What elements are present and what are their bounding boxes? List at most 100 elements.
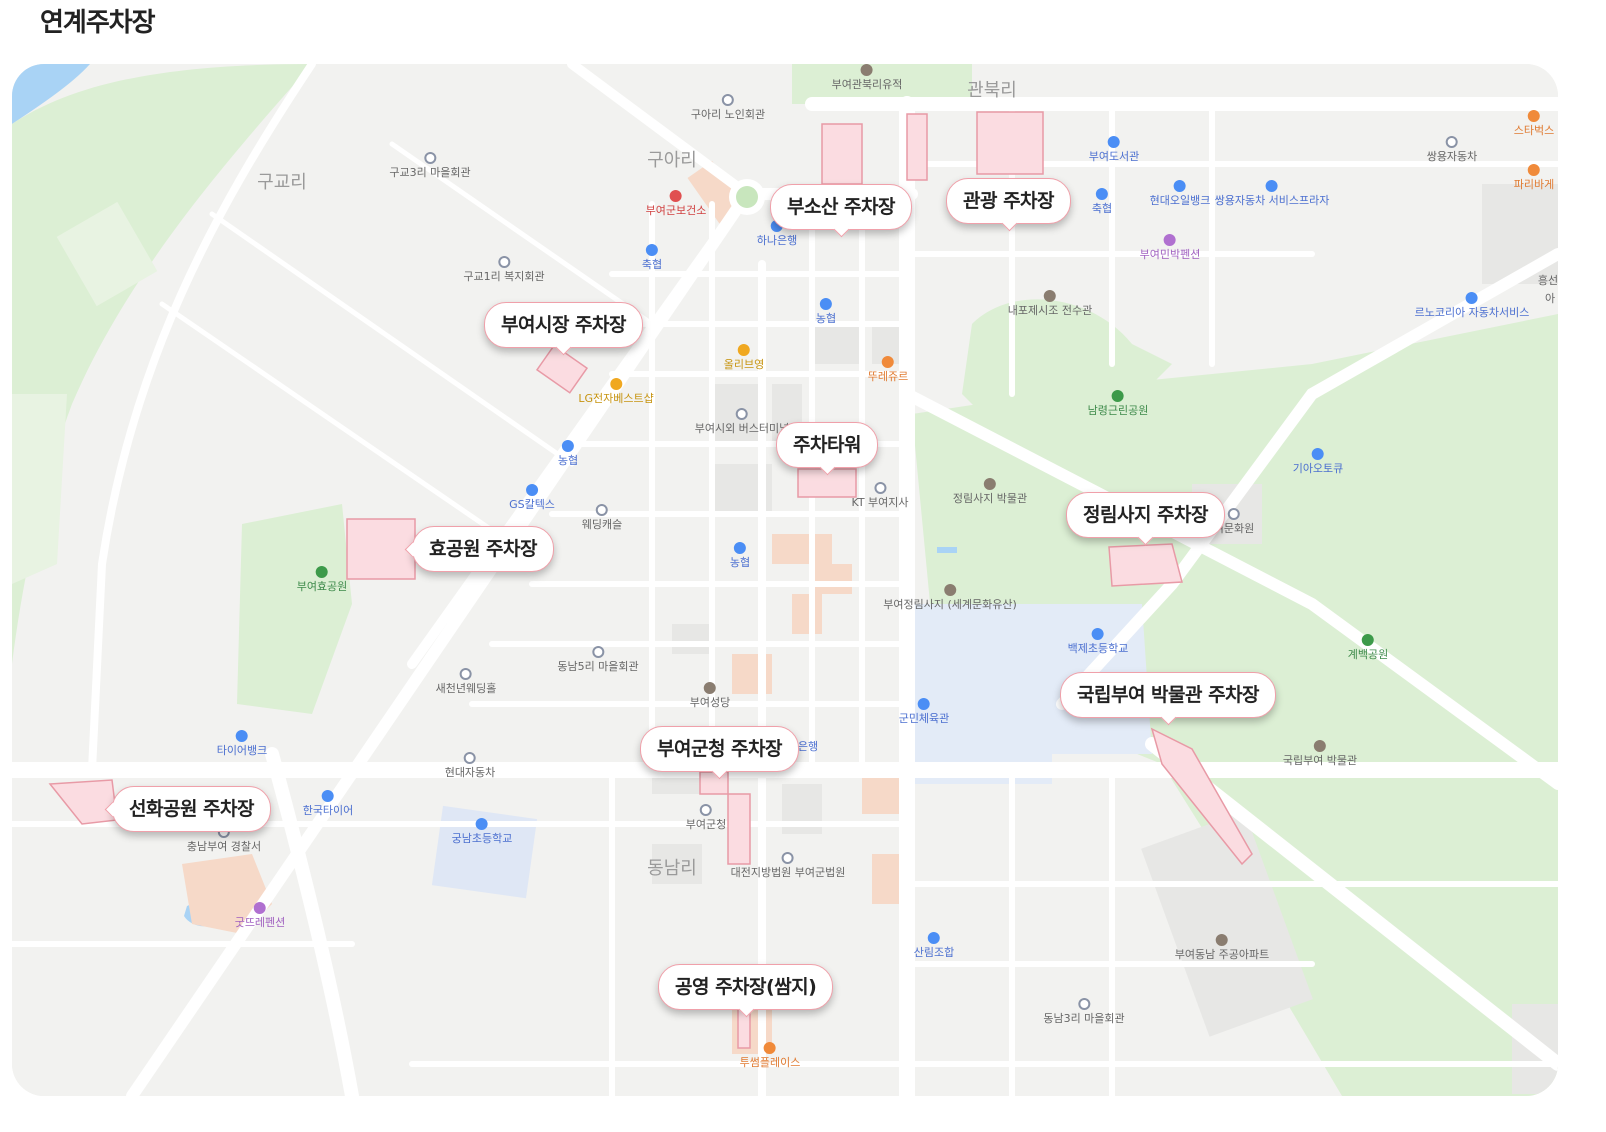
- poi-health-center[interactable]: 부여군보건소: [646, 190, 706, 217]
- community-center-icon: [722, 94, 734, 106]
- lodging-icon: [253, 902, 266, 914]
- gas-station-icon: [526, 484, 538, 496]
- poi-hyo-park[interactable]: 부여효공원: [297, 566, 347, 593]
- poi-jeongnimsaji-heritage[interactable]: 부여정림사지 (세계문화유산): [883, 584, 1017, 611]
- community-center-icon: [592, 646, 604, 658]
- poi-gs-caltex[interactable]: GS칼텍스: [509, 484, 555, 511]
- shop-icon: [610, 378, 622, 390]
- wedding-icon: [595, 504, 608, 516]
- map-viewport[interactable]: 구교리 구아리 관북리 동남리 부여관북리유적 구아리 노인회관 구교3리 마을…: [12, 64, 1558, 1096]
- parking-lot-busosan: [821, 123, 863, 185]
- lodging-icon: [1163, 234, 1176, 246]
- bus-terminal-icon: [735, 408, 748, 420]
- poi-gugyo3ri-hall[interactable]: 구교3리 마을회관: [389, 152, 471, 179]
- poi-guari-senior-center[interactable]: 구아리 노인회관: [691, 94, 765, 121]
- bank-icon: [646, 244, 658, 256]
- poi-heungseon[interactable]: 흥선: [1538, 274, 1558, 287]
- page-title: 연계주차장: [40, 8, 156, 38]
- callout-parking-tower[interactable]: 주차타워: [776, 422, 878, 468]
- gym-icon: [917, 698, 930, 710]
- poi-lg-bestshop[interactable]: LG전자베스트샵: [578, 378, 654, 405]
- poi-renault-service[interactable]: 르노코리아 자동차서비스: [1415, 292, 1529, 319]
- cafe-icon: [763, 1042, 776, 1054]
- hospital-icon: [669, 190, 682, 202]
- callout-gwangwang-parking[interactable]: 관광 주차장: [946, 178, 1072, 224]
- poi-hyundai-motors[interactable]: 현대자동차: [445, 752, 495, 779]
- callout-seonhwa-parking[interactable]: 선화공원 주차장: [112, 786, 271, 832]
- museum-icon: [984, 478, 996, 490]
- parking-lot-jeongnimsaji: [1108, 543, 1183, 587]
- poi-kt-branch[interactable]: KT 부여지사: [851, 482, 909, 509]
- callout-hyogongwon-parking[interactable]: 효공원 주차장: [412, 526, 554, 572]
- poi-minbak-pension[interactable]: 부여민박펜션: [1140, 234, 1200, 261]
- poi-namryeong-park[interactable]: 남령근린공원: [1088, 390, 1148, 417]
- poi-touslesjours[interactable]: 뚜레쥬르: [868, 356, 908, 383]
- culture-icon: [1044, 290, 1056, 302]
- community-center-icon: [498, 256, 510, 268]
- bakery-icon: [881, 356, 894, 368]
- poi-chukhyup-1[interactable]: 축협: [642, 244, 662, 271]
- poi-forestry-union[interactable]: 산림조합: [914, 932, 954, 959]
- callout-public-parking-ssamji[interactable]: 공영 주차장(쌈지): [658, 964, 834, 1010]
- gas-station-icon: [1173, 180, 1186, 192]
- poi-gym[interactable]: 군민체육관: [899, 698, 949, 725]
- poi-parisbaguette[interactable]: 파리바게: [1514, 164, 1554, 191]
- poi-oliveyoung[interactable]: 올리브영: [724, 344, 764, 371]
- school-icon: [1091, 628, 1104, 640]
- poi-gugyo1ri-welfare[interactable]: 구교1리 복지회관: [463, 256, 545, 283]
- poi-dongnam5ri-hall[interactable]: 동남5리 마을회관: [557, 646, 639, 673]
- park-icon: [1111, 390, 1124, 402]
- poi-baekje-elementary[interactable]: 백제초등학교: [1068, 628, 1128, 655]
- poi-wedding-hall[interactable]: 새천년웨딩홀: [436, 668, 496, 695]
- callout-jeongnimsaji-parking[interactable]: 정림사지 주차장: [1066, 492, 1225, 538]
- poi-hankook-tire[interactable]: 한국타이어: [303, 790, 353, 817]
- poi-gutteure-pension[interactable]: 굿뜨레펜션: [235, 902, 285, 929]
- poi-library[interactable]: 부여도서관: [1089, 136, 1139, 163]
- car-icon: [1445, 136, 1458, 148]
- poi-dongnam-apartment[interactable]: 부여동남 주공아파트: [1175, 934, 1269, 961]
- court-icon: [781, 852, 794, 864]
- callout-market-parking[interactable]: 부여시장 주차장: [484, 302, 643, 348]
- poi-chukhyup-2[interactable]: 축협: [1092, 188, 1112, 215]
- poi-wedding-castle[interactable]: 웨딩캐슬: [582, 504, 622, 531]
- poi-county-office[interactable]: 부여군청: [686, 804, 726, 831]
- poi-a[interactable]: 아: [1545, 292, 1555, 305]
- callout-museum-parking[interactable]: 국립부여 박물관 주차장: [1060, 672, 1277, 718]
- poi-tire-bank[interactable]: 타이어뱅크: [217, 730, 267, 757]
- poi-nonghyup-1[interactable]: 농협: [816, 298, 836, 325]
- poi-nonghyup-2[interactable]: 농협: [558, 440, 578, 467]
- poi-hyundai-oilbank[interactable]: 현대오일뱅크: [1150, 180, 1210, 207]
- shop-icon: [737, 344, 750, 356]
- poi-court[interactable]: 대전지방법원 부여군법원: [731, 852, 845, 879]
- community-center-icon: [424, 152, 436, 164]
- poi-jeongnimsaji-museum[interactable]: 정림사지 박물관: [953, 478, 1027, 505]
- car-icon: [463, 752, 476, 764]
- callout-county-parking[interactable]: 부여군청 주차장: [640, 726, 799, 772]
- poi-ssangyong[interactable]: 쌍용자동차: [1427, 136, 1477, 163]
- poi-catholic-church[interactable]: 부여성당: [690, 682, 730, 709]
- bank-icon: [820, 298, 832, 310]
- culture-icon: [1227, 508, 1240, 520]
- poi-twosome-place[interactable]: 투썸플레이스: [740, 1042, 800, 1069]
- park-icon: [1361, 634, 1374, 646]
- poi-ssangyong-service[interactable]: 쌍용자동차 서비스프라자: [1215, 180, 1329, 207]
- poi-naepoje-center[interactable]: 내포제시조 전수관: [1008, 290, 1092, 317]
- car-repair-icon: [1465, 292, 1478, 304]
- poi-gyebaek-park[interactable]: 계백공원: [1348, 634, 1388, 661]
- museum-icon: [1314, 740, 1326, 752]
- poi-buyeo-gwanbukri-site[interactable]: 부여관북리유적: [832, 64, 902, 91]
- poi-gungnam-elementary[interactable]: 궁남초등학교: [452, 818, 512, 845]
- poi-dongnam3ri-hall[interactable]: 동남3리 마을회관: [1043, 998, 1125, 1025]
- parking-lot-county: [699, 771, 729, 795]
- callout-busosan-parking[interactable]: 부소산 주차장: [770, 184, 912, 230]
- poi-national-museum[interactable]: 국립부여 박물관: [1283, 740, 1357, 767]
- church-icon: [703, 682, 716, 694]
- district-label-dongnamri: 동남리: [647, 858, 697, 879]
- district-label-gugyori: 구교리: [257, 172, 307, 193]
- library-icon: [1107, 136, 1120, 148]
- poi-kia-autoq[interactable]: 기아오토큐: [1293, 448, 1343, 475]
- poi-starbucks[interactable]: 스타벅스: [1514, 110, 1554, 137]
- poi-nonghyup-3[interactable]: 농협: [730, 542, 750, 569]
- poi-bank[interactable]: 은행: [798, 740, 818, 753]
- poi-bus-terminal[interactable]: 부여시외 버스터미널: [695, 408, 789, 435]
